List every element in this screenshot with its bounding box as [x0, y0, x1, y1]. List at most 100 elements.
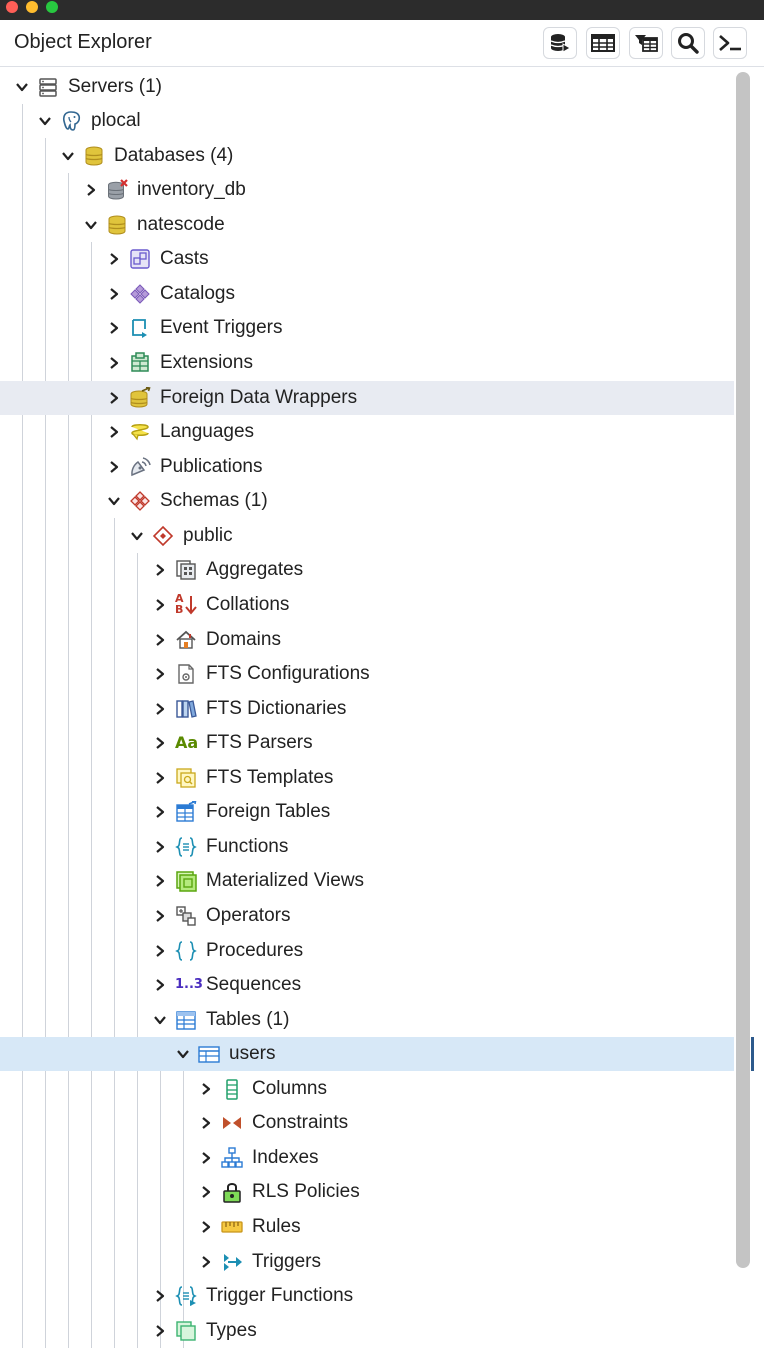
chevron-right-icon[interactable]	[152, 839, 168, 855]
tree-item-sequences[interactable]: 1..3 Sequences	[0, 968, 734, 1002]
minimize-window-button[interactable]	[26, 1, 38, 13]
tree-item-columns[interactable]: Columns	[0, 1072, 734, 1106]
chevron-down-icon[interactable]	[83, 217, 99, 233]
chevron-right-icon[interactable]	[106, 355, 122, 371]
tree-item-triggers[interactable]: Triggers	[0, 1245, 734, 1279]
tree-item-functions[interactable]: Functions	[0, 830, 734, 864]
tree-item-icon-wrap	[129, 311, 155, 345]
query-tool-button[interactable]	[543, 27, 577, 59]
tree-item-plocal[interactable]: plocal	[0, 104, 734, 138]
chevron-right-icon[interactable]	[106, 251, 122, 267]
languages-icon	[131, 424, 149, 441]
scrollbar-thumb[interactable]	[736, 72, 750, 1268]
chevron-right-icon[interactable]	[198, 1219, 214, 1235]
tree-item-operators[interactable]: Operators	[0, 899, 734, 933]
psql-tool-button[interactable]	[713, 27, 747, 59]
operators-icon	[176, 906, 196, 926]
tree-item-icon-wrap	[175, 1003, 201, 1037]
triggers-icon	[224, 1254, 242, 1271]
chevron-right-icon[interactable]	[152, 632, 168, 648]
tree-item-servers-1[interactable]: Servers (1)	[0, 70, 734, 104]
tree-item-icon-wrap	[175, 761, 201, 795]
tree-item-users[interactable]: users	[0, 1037, 734, 1071]
chevron-right-icon[interactable]	[152, 1288, 168, 1304]
chevron-right-icon[interactable]	[198, 1150, 214, 1166]
tree-item-extensions[interactable]: Extensions	[0, 346, 734, 380]
tree-item-collations[interactable]: A B Collations	[0, 588, 734, 622]
chevron-right-icon[interactable]	[152, 735, 168, 751]
close-window-button[interactable]	[6, 1, 18, 13]
view-data-button[interactable]	[586, 27, 620, 59]
tree-item-rls-policies[interactable]: RLS Policies	[0, 1175, 734, 1209]
tree-item-inventory-db[interactable]: inventory_db	[0, 173, 734, 207]
chevron-down-icon[interactable]	[60, 148, 76, 164]
tree-item-icon-wrap	[221, 1141, 247, 1175]
tree-item-fts-parsers[interactable]: Aa FTS Parsers	[0, 726, 734, 760]
tree-item-rules[interactable]: Rules	[0, 1210, 734, 1244]
tree-item-constraints[interactable]: Constraints	[0, 1106, 734, 1140]
chevron-right-icon[interactable]	[152, 908, 168, 924]
chevron-right-icon[interactable]	[152, 977, 168, 993]
tree-item-procedures[interactable]: Procedures	[0, 934, 734, 968]
tree-item-casts[interactable]: Casts	[0, 242, 734, 276]
chevron-right-icon[interactable]	[106, 390, 122, 406]
chevron-down-icon[interactable]	[14, 79, 30, 95]
tree-item-icon-wrap	[60, 104, 86, 138]
tree-item-fts-configurations[interactable]: FTS Configurations	[0, 657, 734, 691]
tree-item-icon-wrap	[129, 277, 155, 311]
tree-item-fts-templates[interactable]: FTS Templates	[0, 761, 734, 795]
tree-item-public[interactable]: public	[0, 519, 734, 553]
chevron-right-icon[interactable]	[152, 770, 168, 786]
chevron-down-icon[interactable]	[129, 528, 145, 544]
chevron-right-icon[interactable]	[198, 1081, 214, 1097]
tree-item-natescode[interactable]: natescode	[0, 208, 734, 242]
chevron-right-icon[interactable]	[152, 873, 168, 889]
tree-item-label: FTS Configurations	[206, 663, 370, 684]
tree-item-event-triggers[interactable]: Event Triggers	[0, 311, 734, 345]
chevron-right-icon[interactable]	[106, 320, 122, 336]
tree-item-materialized-views[interactable]: Materialized Views	[0, 864, 734, 898]
tree-item-aggregates[interactable]: Aggregates	[0, 553, 734, 587]
tree-item-foreign-tables[interactable]: Foreign Tables	[0, 795, 734, 829]
tree-item-schemas-1[interactable]: Schemas (1)	[0, 484, 734, 518]
chevron-right-icon[interactable]	[152, 943, 168, 959]
chevron-right-icon[interactable]	[198, 1184, 214, 1200]
chevron-right-icon[interactable]	[152, 666, 168, 682]
chevron-right-icon[interactable]	[152, 562, 168, 578]
chevron-right-icon[interactable]	[83, 182, 99, 198]
tree-item-icon-wrap	[221, 1245, 247, 1279]
chevron-right-icon[interactable]	[106, 424, 122, 440]
chevron-down-icon[interactable]	[175, 1046, 191, 1062]
tree-item-fts-dictionaries[interactable]: FTS Dictionaries	[0, 692, 734, 726]
tree-item-foreign-data-wrappers[interactable]: Foreign Data Wrappers	[0, 381, 734, 415]
chevron-right-icon[interactable]	[106, 286, 122, 302]
chevron-right-icon[interactable]	[198, 1254, 214, 1270]
columns-icon	[226, 1079, 238, 1100]
postgres-icon	[62, 111, 81, 131]
tree-item-languages[interactable]: Languages	[0, 415, 734, 449]
chevron-right-icon[interactable]	[152, 1323, 168, 1339]
chevron-right-icon[interactable]	[198, 1115, 214, 1131]
tree-item-label: FTS Parsers	[206, 732, 313, 753]
tree-item-label: Languages	[160, 421, 255, 442]
chevron-down-icon[interactable]	[37, 113, 53, 129]
chevron-down-icon[interactable]	[152, 1012, 168, 1028]
chevron-down-icon[interactable]	[106, 493, 122, 509]
tree-item-label: Columns	[252, 1078, 327, 1099]
chevron-right-icon[interactable]	[152, 804, 168, 820]
tree-item-icon-wrap	[129, 242, 155, 276]
tree-item-databases-4[interactable]: Databases (4)	[0, 139, 734, 173]
chevron-right-icon[interactable]	[106, 459, 122, 475]
tree-item-indexes[interactable]: Indexes	[0, 1141, 734, 1175]
tree-item-types[interactable]: Types	[0, 1314, 734, 1348]
zoom-window-button[interactable]	[46, 1, 58, 13]
tree-item-publications[interactable]: Publications	[0, 450, 734, 484]
filtered-rows-button[interactable]	[629, 27, 663, 59]
tree-item-tables-1[interactable]: Tables (1)	[0, 1003, 734, 1037]
chevron-right-icon[interactable]	[152, 701, 168, 717]
tree-item-domains[interactable]: Domains	[0, 623, 734, 657]
tree-item-catalogs[interactable]: Catalogs	[0, 277, 734, 311]
chevron-right-icon[interactable]	[152, 597, 168, 613]
search-objects-button[interactable]	[671, 27, 705, 59]
tree-item-trigger-functions[interactable]: Trigger Functions	[0, 1279, 734, 1313]
